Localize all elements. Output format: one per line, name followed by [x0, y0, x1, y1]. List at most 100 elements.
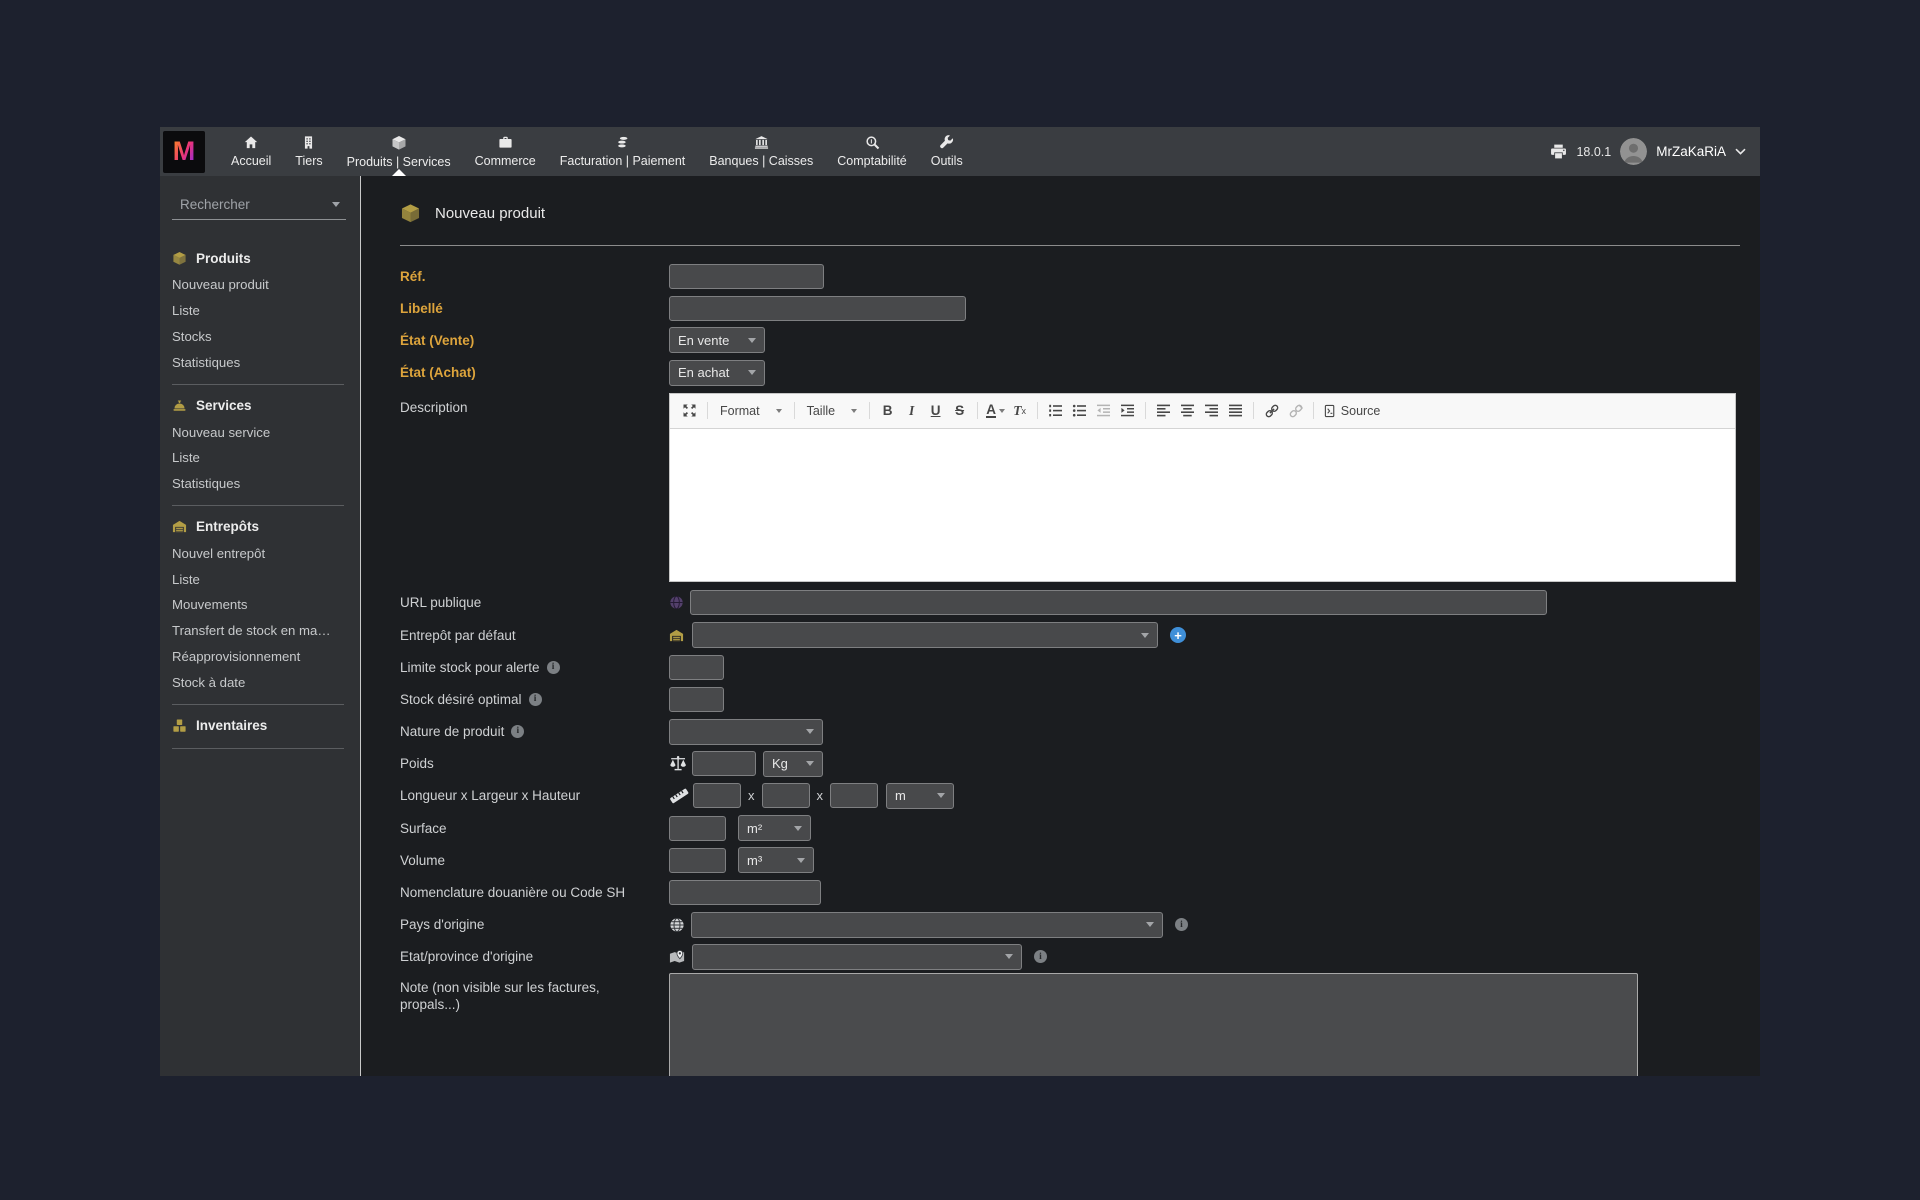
- toolbar-separator: [1037, 402, 1039, 420]
- menu-item-produits-services[interactable]: Produits | Services: [335, 127, 463, 176]
- search-caret-icon: [332, 202, 340, 207]
- sidebar-item-entrepots-liste[interactable]: Liste: [172, 566, 346, 592]
- sidebar-section-services[interactable]: Services: [172, 394, 346, 419]
- note-textarea[interactable]: [669, 973, 1638, 1076]
- volume-unit-select[interactable]: m³: [738, 847, 814, 874]
- hauteur-input[interactable]: [830, 783, 878, 809]
- taille-combo[interactable]: Taille: [801, 399, 864, 422]
- unlink-icon[interactable]: [1284, 399, 1307, 422]
- align-right-icon[interactable]: [1200, 399, 1223, 422]
- sidebar-item-mouvements[interactable]: Mouvements: [172, 592, 346, 618]
- dimension-unit-value: m: [895, 788, 906, 804]
- maximize-icon[interactable]: [678, 399, 701, 422]
- sidebar-item-services-liste[interactable]: Liste: [172, 445, 346, 471]
- select-caret-icon: [806, 729, 814, 735]
- info-icon[interactable]: i: [511, 725, 525, 739]
- volume-input[interactable]: [669, 847, 726, 873]
- page-title: Nouveau produit: [400, 203, 1760, 224]
- etat-achat-select[interactable]: En achat: [669, 359, 765, 386]
- sidebar-item-stocks[interactable]: Stocks: [172, 324, 346, 350]
- dimension-unit-select[interactable]: m: [886, 782, 954, 809]
- bold-button[interactable]: B: [876, 399, 899, 422]
- libelle-input[interactable]: [669, 295, 966, 321]
- pays-label: Pays d'origine: [400, 917, 485, 933]
- pays-select[interactable]: [691, 911, 1163, 938]
- app-logo[interactable]: M: [163, 130, 205, 173]
- nomenclature-input[interactable]: [669, 880, 821, 906]
- info-icon[interactable]: i: [1034, 950, 1047, 964]
- menu-item-label: Produits | Services: [346, 154, 451, 169]
- menu-item-commerce[interactable]: Commerce: [463, 127, 548, 176]
- info-icon[interactable]: i: [528, 692, 542, 706]
- menu-item-label: Banques | Caisses: [709, 154, 814, 168]
- select-caret-icon: [806, 761, 814, 767]
- underline-button[interactable]: U: [924, 399, 947, 422]
- largeur-input[interactable]: [761, 783, 810, 809]
- ref-input[interactable]: [669, 263, 824, 289]
- select-caret-icon: [748, 370, 756, 376]
- sidebar-item-produits-liste[interactable]: Liste: [172, 298, 346, 324]
- surface-unit-select[interactable]: m²: [738, 815, 811, 842]
- combo-caret-icon: [851, 408, 858, 413]
- sidebar-item-stock-a-date[interactable]: Stock à date: [172, 669, 346, 695]
- form-row-surface: Surface m²: [400, 812, 1760, 844]
- outdent-icon[interactable]: [1092, 399, 1115, 422]
- chevron-down-icon[interactable]: [1735, 148, 1746, 155]
- link-icon[interactable]: [1260, 399, 1283, 422]
- etat-vente-select[interactable]: En vente: [669, 327, 765, 354]
- italic-button[interactable]: I: [900, 399, 923, 422]
- select-caret-icon: [1005, 954, 1013, 960]
- remove-format-button[interactable]: Tx: [1008, 399, 1031, 422]
- username-label[interactable]: MrZaKaRiA: [1656, 144, 1726, 159]
- province-select[interactable]: [692, 943, 1022, 970]
- source-button[interactable]: Source: [1320, 399, 1384, 422]
- info-icon[interactable]: i: [546, 660, 560, 674]
- indent-icon[interactable]: [1116, 399, 1139, 422]
- select-caret-icon: [1141, 632, 1149, 638]
- align-justify-icon[interactable]: [1224, 399, 1247, 422]
- sidebar-section-inventaires[interactable]: Inventaires: [172, 714, 346, 739]
- sidebar-item-produits-statistiques[interactable]: Statistiques: [172, 349, 346, 375]
- sidebar-item-transfert-stock[interactable]: Transfert de stock en ma…: [172, 618, 346, 644]
- sidebar-item-nouveau-produit[interactable]: Nouveau produit: [172, 272, 346, 298]
- text-color-button[interactable]: A: [984, 399, 1007, 422]
- menu-item-label: Facturation | Paiement: [559, 154, 686, 168]
- menu-item-banques[interactable]: Banques | Caisses: [697, 127, 825, 176]
- entrepot-select[interactable]: [692, 622, 1158, 649]
- bullet-list-icon[interactable]: [1068, 399, 1091, 422]
- sidebar-item-reapprovisionnement[interactable]: Réapprovisionnement: [172, 644, 346, 670]
- surface-input[interactable]: [669, 815, 726, 841]
- sidebar-section-produits[interactable]: Produits: [172, 247, 346, 272]
- info-icon[interactable]: i: [1175, 918, 1188, 932]
- poids-unit-select[interactable]: Kg: [763, 750, 823, 777]
- sidebar-menu: Produits Nouveau produit Liste Stocks St…: [172, 247, 346, 750]
- menu-item-outils[interactable]: Outils: [919, 127, 975, 176]
- search-combobox[interactable]: Rechercher: [172, 193, 346, 220]
- url-publique-label: URL publique: [400, 595, 482, 611]
- limite-stock-input[interactable]: [669, 654, 724, 680]
- poids-input[interactable]: [692, 751, 756, 777]
- format-combo[interactable]: Format: [714, 399, 788, 422]
- printer-icon[interactable]: [1550, 143, 1567, 160]
- sidebar-item-services-statistiques[interactable]: Statistiques: [172, 471, 346, 497]
- sidebar-section-entrepots[interactable]: Entrepôts: [172, 515, 346, 540]
- add-warehouse-button[interactable]: +: [1170, 627, 1186, 644]
- menu-item-comptabilite[interactable]: Comptabilité: [825, 127, 918, 176]
- strikethrough-button[interactable]: S: [948, 399, 971, 422]
- select-caret-icon: [748, 337, 756, 343]
- sidebar-item-nouveau-service[interactable]: Nouveau service: [172, 419, 346, 445]
- avatar[interactable]: [1620, 138, 1648, 165]
- menu-item-tiers[interactable]: Tiers: [283, 127, 334, 176]
- poids-label: Poids: [400, 756, 434, 772]
- ordered-list-icon[interactable]: [1044, 399, 1067, 422]
- sidebar-item-nouvel-entrepot[interactable]: Nouvel entrepôt: [172, 540, 346, 566]
- menu-item-accueil[interactable]: Accueil: [219, 127, 283, 176]
- longueur-input[interactable]: [693, 783, 741, 809]
- menu-item-facturation[interactable]: Facturation | Paiement: [548, 127, 698, 176]
- align-left-icon[interactable]: [1152, 399, 1175, 422]
- stock-optimal-input[interactable]: [669, 686, 724, 712]
- align-center-icon[interactable]: [1176, 399, 1199, 422]
- url-publique-input[interactable]: [690, 590, 1547, 616]
- nature-select[interactable]: [669, 718, 823, 745]
- description-editor-body[interactable]: [670, 428, 1735, 581]
